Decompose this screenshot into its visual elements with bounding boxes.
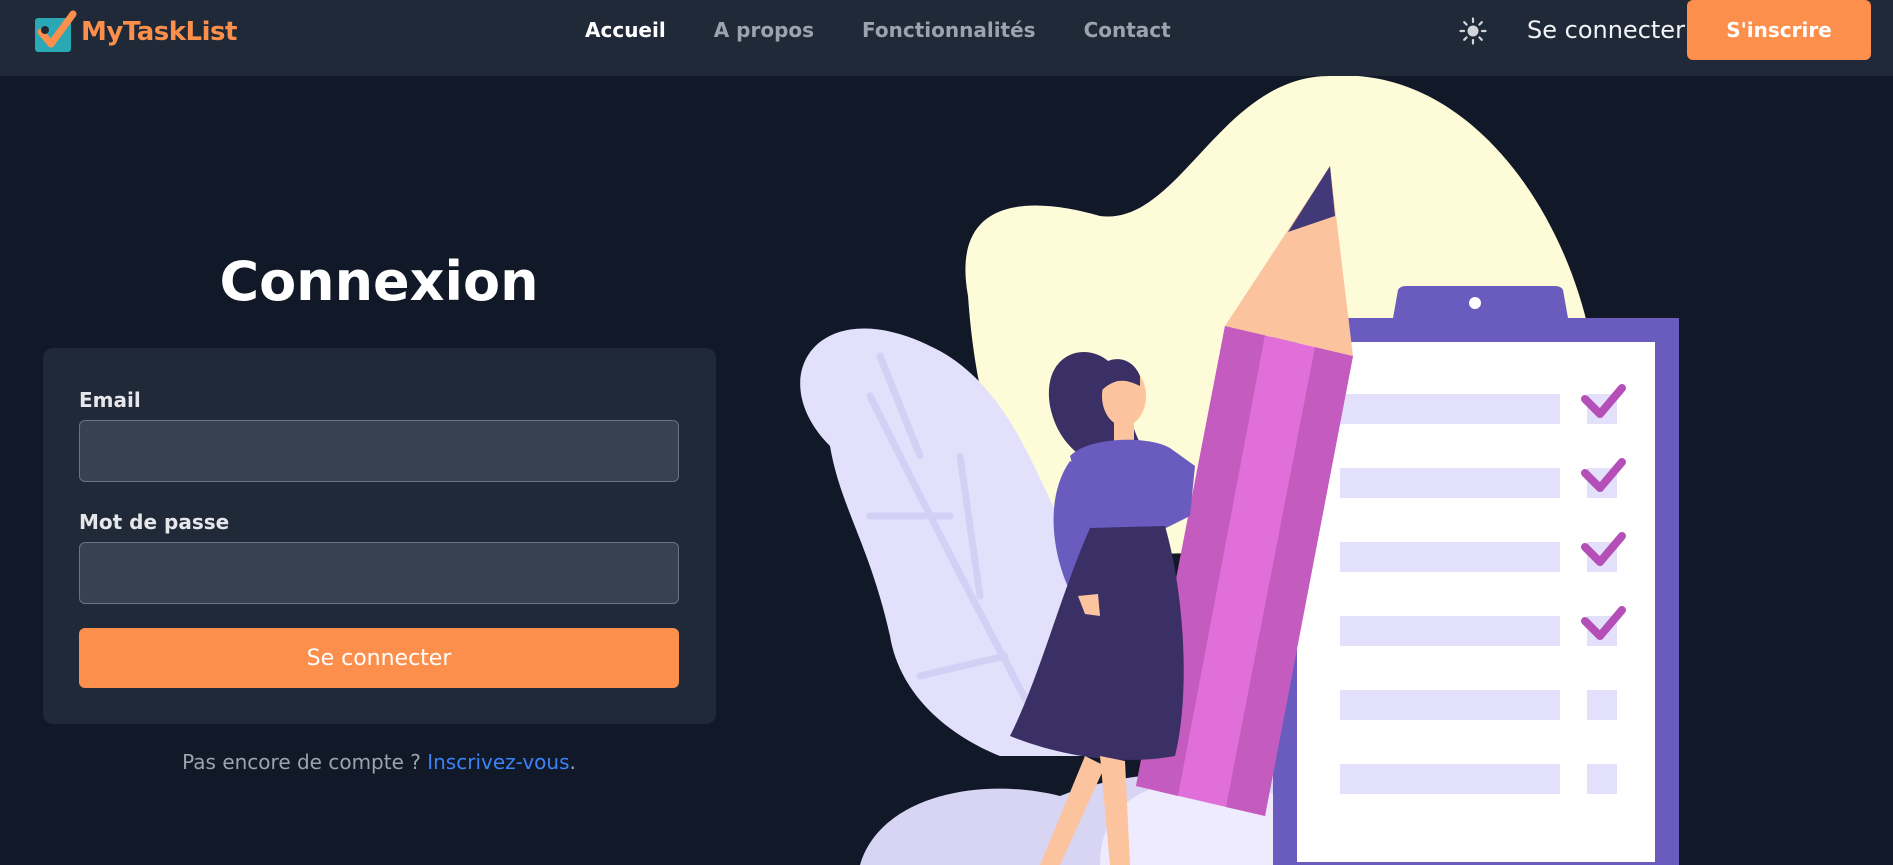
nav-link-contact[interactable]: Contact: [1084, 18, 1171, 42]
task-checklist-illustration: [800, 76, 1679, 865]
sun-icon: [1459, 17, 1487, 45]
brand-name: MyTaskList: [81, 17, 237, 47]
nav-link-a-propos[interactable]: A propos: [714, 18, 814, 42]
password-label: Mot de passe: [79, 510, 230, 534]
theme-toggle-button[interactable]: [1458, 16, 1488, 46]
signup-prompt: Pas encore de compte ? Inscrivez-vous.: [44, 750, 714, 774]
login-submit-button[interactable]: Se connecter: [79, 628, 679, 688]
brand-logo[interactable]: MyTaskList: [33, 10, 237, 54]
password-field[interactable]: [79, 542, 679, 604]
login-form-card: Email Mot de passe Se connecter: [43, 348, 716, 724]
nav-link-fonctionnalites[interactable]: Fonctionnalités: [862, 18, 1036, 42]
logo-check-icon: [35, 10, 77, 52]
email-field[interactable]: [79, 420, 679, 482]
main-nav: Accueil A propos Fonctionnalités Contact: [585, 18, 1171, 42]
signup-prompt-suffix: .: [569, 750, 576, 774]
page-title: Connexion: [219, 250, 539, 313]
signup-prompt-text: Pas encore de compte ?: [182, 750, 428, 774]
email-label: Email: [79, 388, 141, 412]
signup-link[interactable]: Inscrivez-vous: [427, 750, 569, 774]
nav-link-accueil[interactable]: Accueil: [585, 18, 666, 42]
nav-login-link[interactable]: Se connecter: [1527, 16, 1685, 44]
top-navbar: MyTaskList Accueil A propos Fonctionnali…: [0, 0, 1893, 76]
signup-button[interactable]: S'inscrire: [1687, 0, 1871, 60]
